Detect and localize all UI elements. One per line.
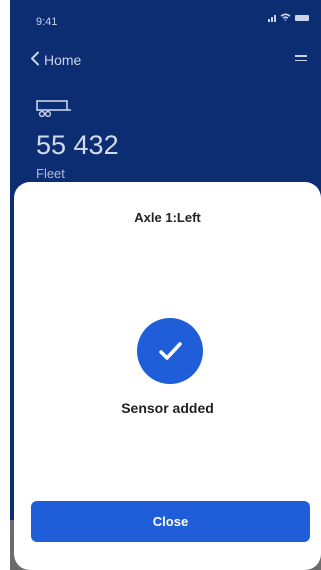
status-bar: 9:41: [10, 0, 321, 44]
vehicle-type: Fleet: [36, 166, 65, 181]
wifi-icon: [280, 12, 291, 24]
success-badge: [137, 318, 203, 384]
navigation-bar: Home: [10, 44, 321, 76]
bottom-sheet: Axle 1:Left Sensor added Close: [14, 182, 321, 570]
sheet-message: Sensor added: [121, 400, 214, 416]
trailer-icon: [36, 98, 72, 125]
battery-icon: [295, 15, 309, 21]
cellular-signal-icon: [268, 14, 276, 22]
back-label: Home: [44, 52, 82, 68]
hamburger-menu-icon[interactable]: [295, 55, 307, 64]
back-button[interactable]: Home: [30, 51, 81, 69]
close-button[interactable]: Close: [31, 501, 310, 542]
checkmark-icon: [159, 342, 182, 360]
app-screen: 9:41 Home 55 432 Fleet Axle 1:Left Senso…: [0, 0, 321, 570]
status-icons: [268, 12, 309, 24]
chevron-left-icon: [30, 51, 40, 69]
status-time: 9:41: [36, 16, 58, 28]
sheet-title: Axle 1:Left: [134, 210, 201, 225]
vehicle-number: 55 432: [36, 130, 119, 160]
